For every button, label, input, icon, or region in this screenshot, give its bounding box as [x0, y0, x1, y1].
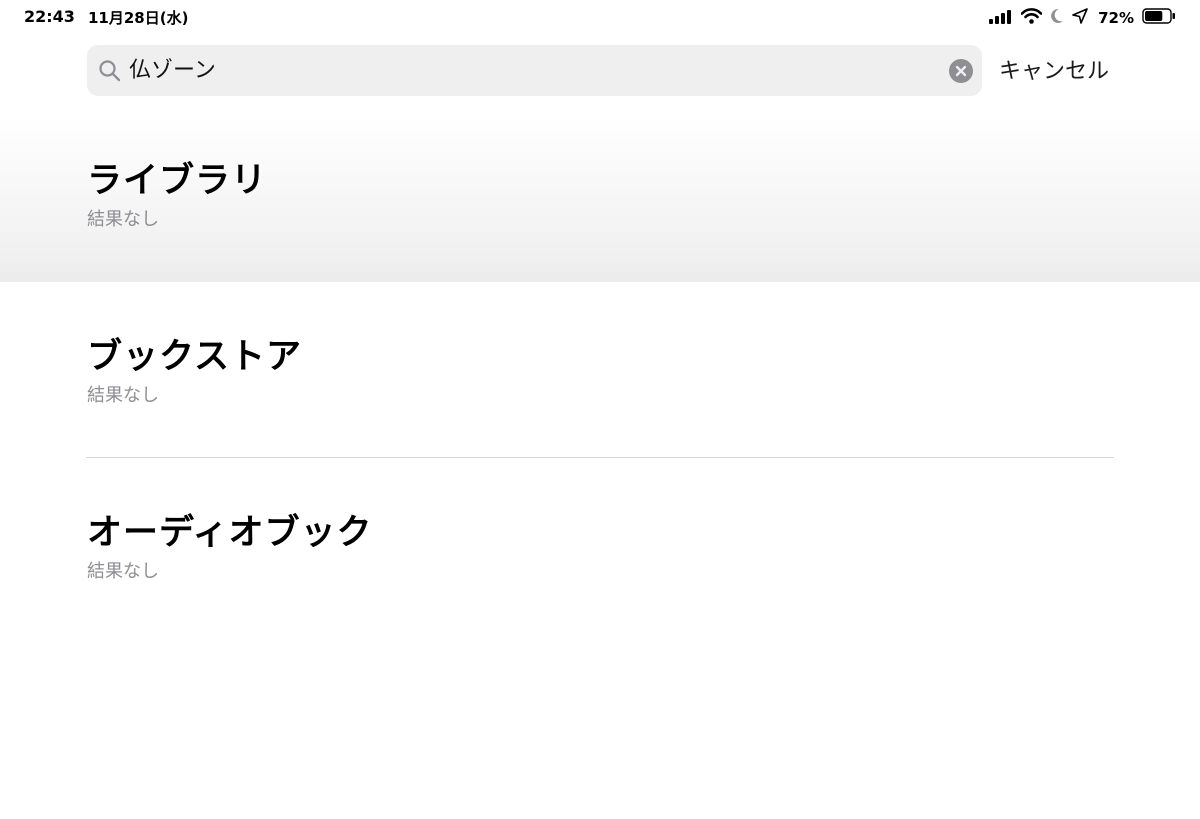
signal-icon	[989, 9, 1013, 28]
wifi-icon	[1020, 8, 1043, 28]
section-status-library: 結果なし	[87, 209, 159, 230]
battery-icon	[1142, 8, 1176, 28]
location-arrow-icon	[1072, 8, 1088, 28]
moon-icon	[1050, 8, 1064, 28]
status-icons: 72%	[989, 6, 1176, 30]
search-icon	[98, 59, 122, 87]
section-status-bookstore: 結果なし	[87, 385, 159, 406]
section-title-audiobooks: オーディオブック	[87, 513, 373, 553]
clear-icon[interactable]	[949, 59, 973, 83]
section-title-library: ライブラリ	[87, 161, 268, 201]
status-date: 11月28日(水)	[88, 9, 189, 27]
search-header: 仏ゾーン キャンセル	[0, 36, 1200, 116]
search-field[interactable]: 仏ゾーン	[87, 45, 982, 96]
section-title-bookstore: ブックストア	[87, 337, 302, 377]
status-time: 22:43	[24, 7, 75, 26]
search-input[interactable]: 仏ゾーン	[129, 45, 929, 96]
status-bar: 22:43 11月28日(水) 72%	[0, 0, 1200, 36]
section-divider	[86, 457, 1114, 458]
cancel-button[interactable]: キャンセル	[999, 53, 1109, 85]
section-status-audiobooks: 結果なし	[87, 561, 159, 582]
battery-percent: 72%	[1098, 9, 1134, 27]
